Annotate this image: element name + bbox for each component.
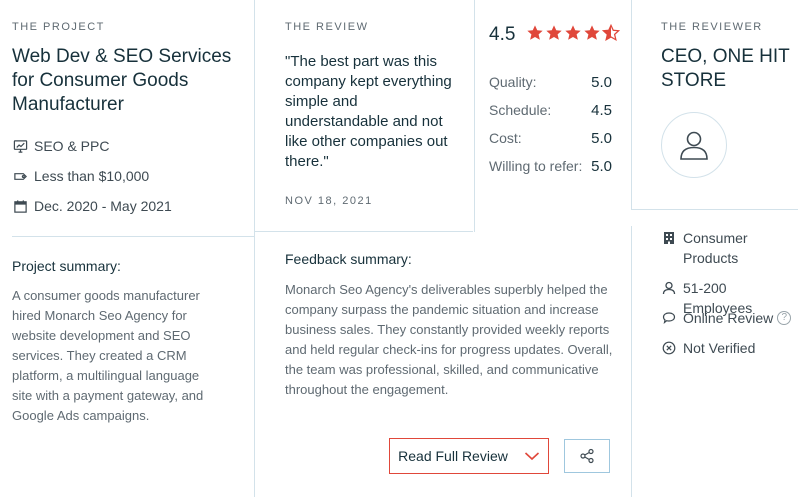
reviewer-review-type: Online Review ? [661,308,792,328]
building-icon [661,228,677,248]
column-divider [254,0,255,497]
chevron-down-icon [524,451,540,461]
score-schedule: Schedule: 4.5 [489,102,613,120]
section-divider [632,209,798,210]
column-divider [474,0,475,232]
project-summary-heading: Project summary: [12,258,121,274]
project-eyebrow: THE PROJECT [12,21,105,33]
review-eyebrow: THE REVIEW [285,21,369,33]
project-service: SEO & PPC [12,136,109,156]
reviewer-industry-label: Consumer Products [683,230,748,266]
column-divider [631,0,632,210]
section-divider [12,236,254,237]
review-date: NOV 18, 2021 [285,195,373,207]
half-star-icon [602,24,620,42]
user-icon [661,278,677,298]
project-service-label: SEO & PPC [34,138,110,154]
overall-rating: 4.5 [489,24,516,45]
score-willing-to-refer: Willing to refer: 5.0 [489,158,613,176]
star-icon [527,25,543,40]
feedback-summary-text: Monarch Seo Agency's deliverables superb… [285,282,613,397]
score-value: 5.0 [591,130,612,147]
read-full-review-label: Read Full Review [398,448,508,464]
score-label: Quality: [489,74,537,90]
score-label: Cost: [489,130,522,146]
x-circle-icon [661,338,677,358]
chat-bubble-icon [661,308,677,328]
avatar [661,112,727,178]
score-value: 4.5 [591,102,612,119]
project-budget-label: Less than $10,000 [34,168,150,184]
score-label: Schedule: [489,102,552,118]
read-full-review-button[interactable]: Read Full Review [389,438,549,474]
share-icon [580,448,594,464]
score-quality: Quality: 5.0 [489,74,613,92]
feedback-summary-heading: Feedback summary: [285,251,412,267]
score-cost: Cost: 5.0 [489,130,613,148]
reviewer-eyebrow: THE REVIEWER [661,21,763,33]
project-dates: Dec. 2020 - May 2021 [12,196,172,216]
section-divider [255,231,473,232]
reviewer-title: CEO, One Hit Store [661,46,790,91]
price-tag-icon [12,168,28,184]
project-budget: Less than $10,000 [12,166,149,186]
monitor-chart-icon [12,138,28,154]
share-button[interactable] [564,439,610,473]
user-avatar-icon [680,131,708,160]
star-rating [526,24,620,42]
review-quote: "The best part was this company kept eve… [285,53,452,170]
calendar-icon [12,198,28,214]
project-title: Web Dev & SEO Services for Consumer Good… [12,46,232,115]
score-value: 5.0 [591,74,612,91]
reviewer-verification: Not Verified [661,338,755,358]
project-dates-label: Dec. 2020 - May 2021 [34,198,172,214]
reviewer-industry: Consumer Products [661,228,771,268]
reviewer-verification-label: Not Verified [683,340,756,356]
project-summary-text: A consumer goods manufacturer hired Mona… [12,288,204,423]
star-icon [584,25,600,40]
help-icon[interactable]: ? [777,311,792,325]
reviewer-review-type-label: Online Review [683,310,774,326]
star-icon [565,25,581,40]
column-divider [631,226,632,497]
star-icon [546,25,562,40]
score-label: Willing to refer: [489,158,583,174]
score-value: 5.0 [591,158,612,175]
